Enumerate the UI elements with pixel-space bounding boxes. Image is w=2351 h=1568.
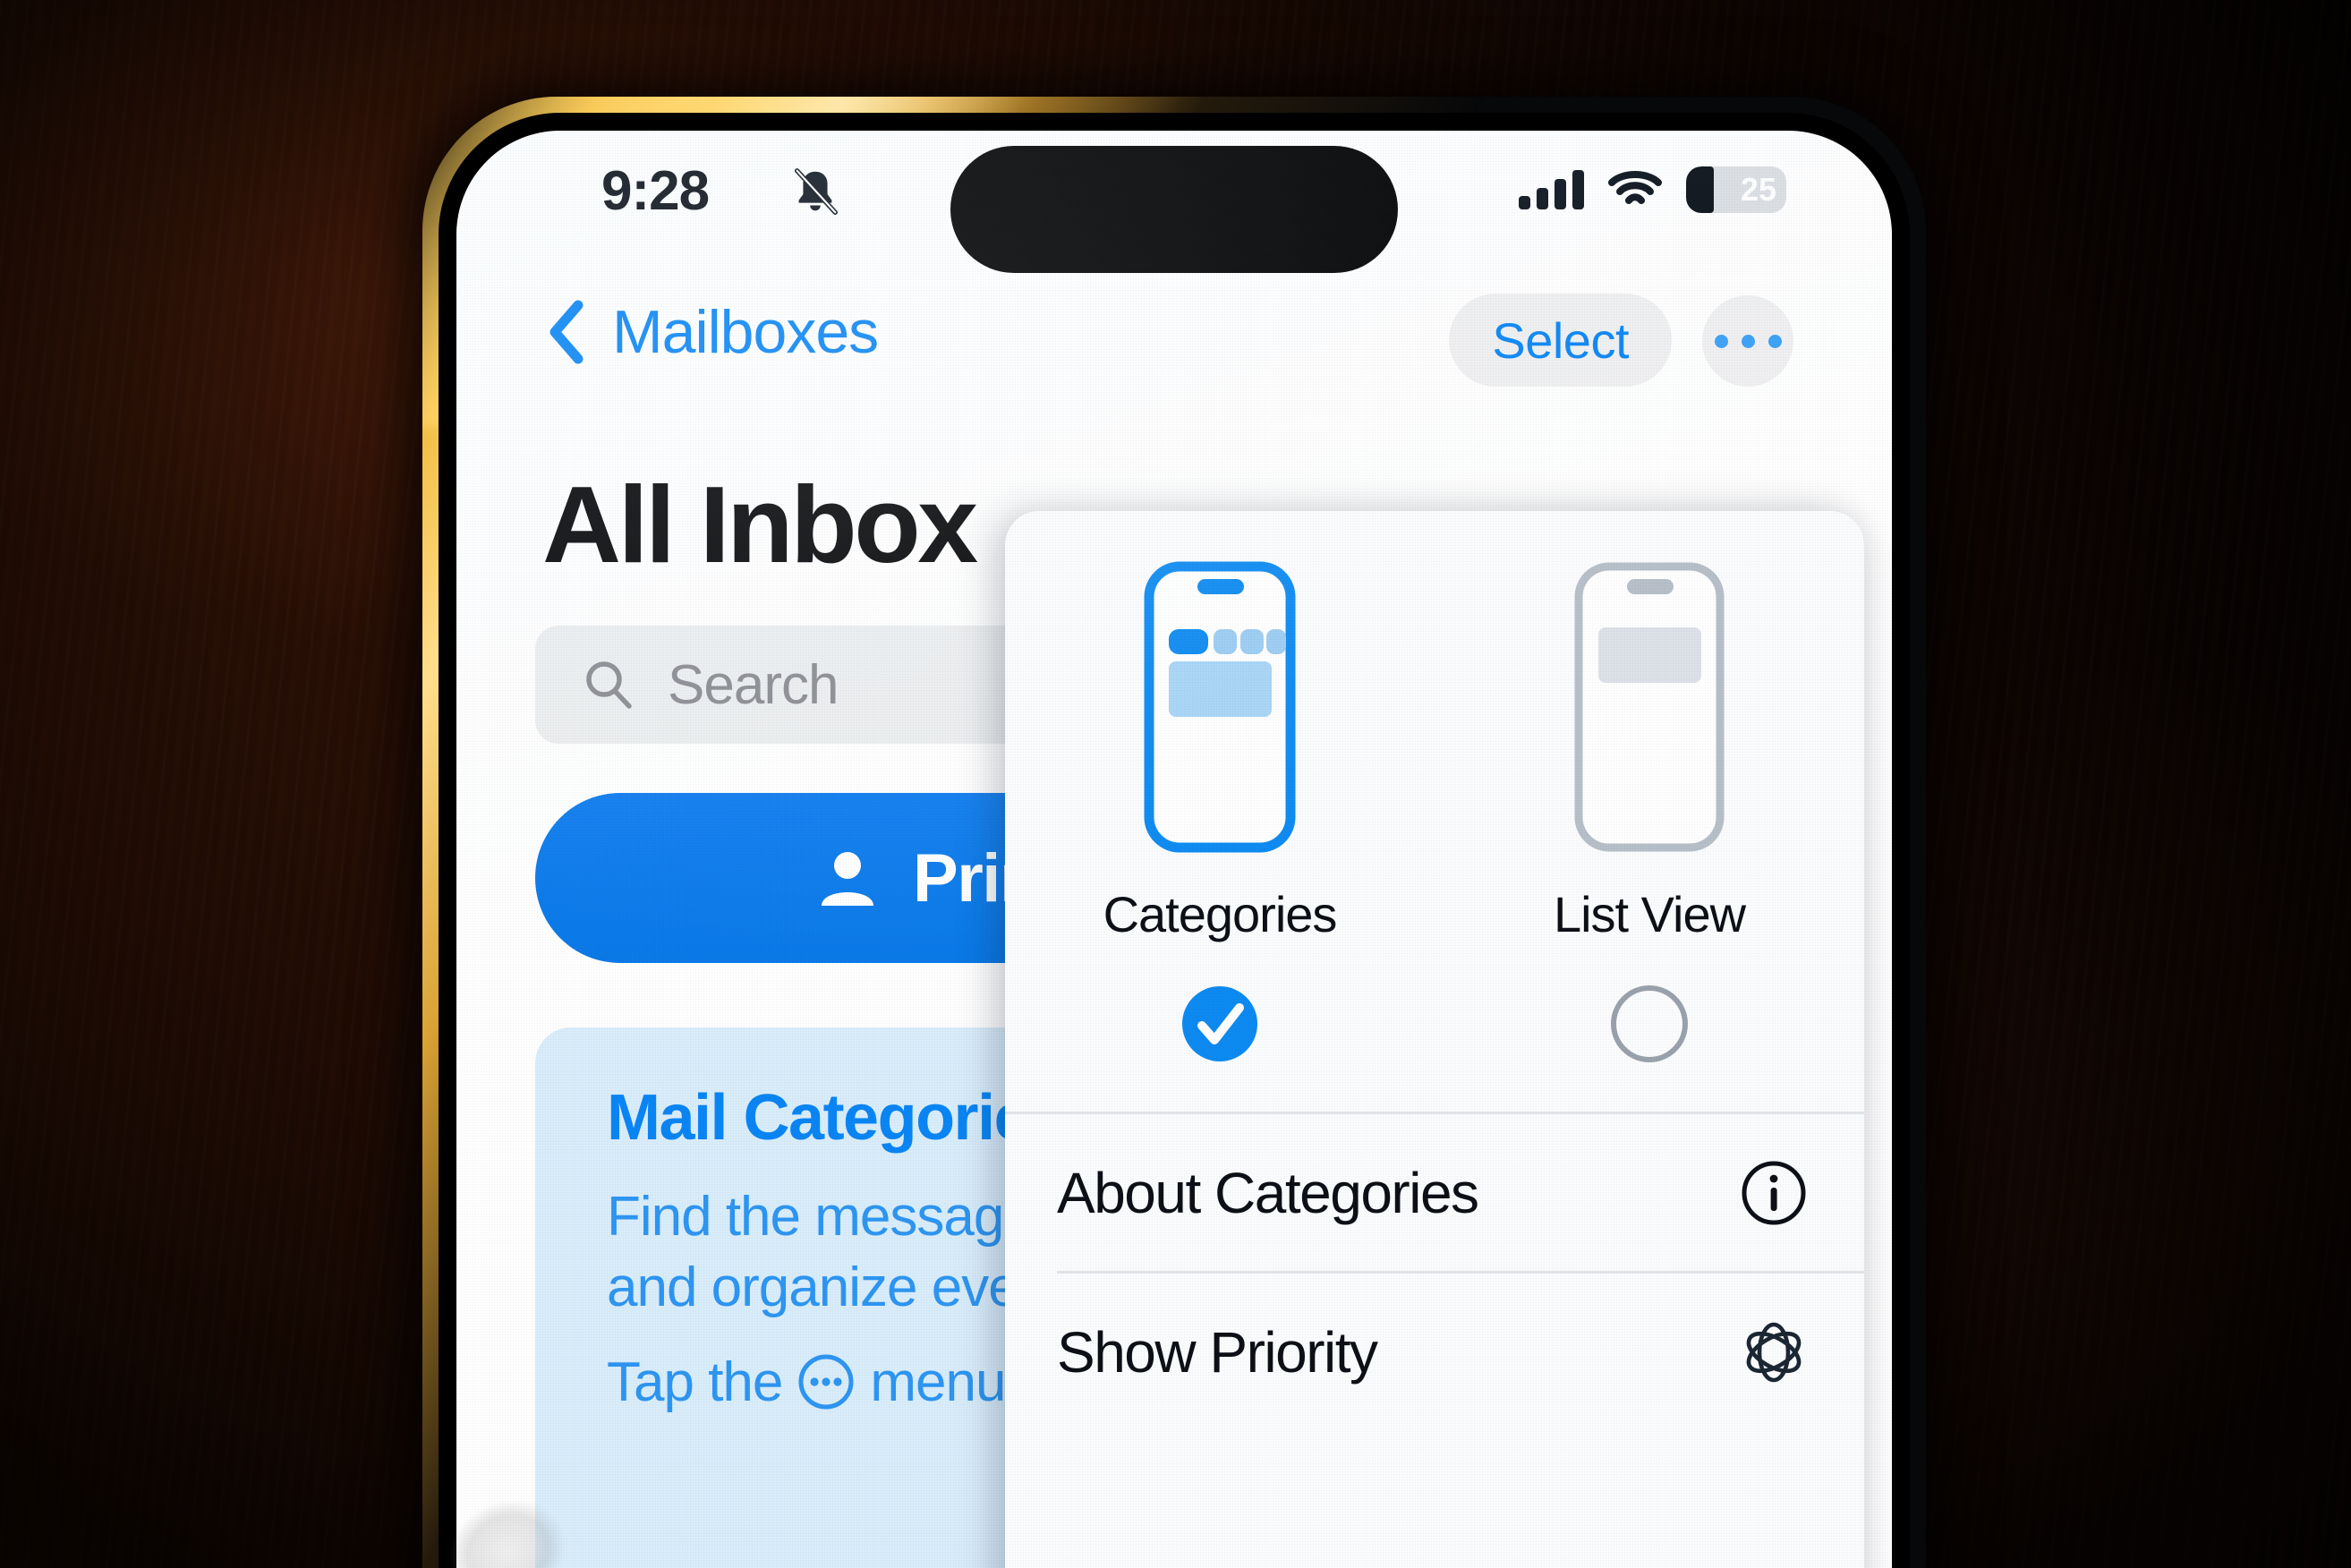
page-title: All Inbox [542, 464, 978, 585]
phone-screen: 9:28 25 Mailboxes Select All Inbox Searc… [456, 131, 1892, 1568]
menu-item-label: Show Priority [1057, 1319, 1378, 1385]
dynamic-island [950, 146, 1398, 273]
status-bar-indicators: 25 [1519, 166, 1786, 213]
more-options-button[interactable] [1702, 295, 1793, 387]
view-option-list-view[interactable]: List View [1435, 559, 1864, 1065]
view-option-label: Categories [1103, 886, 1338, 942]
ellipsis-dot [1768, 334, 1782, 348]
battery-level-text: 25 [1740, 171, 1776, 208]
phone-device: 9:28 25 Mailboxes Select All Inbox Searc… [422, 97, 1926, 1568]
menu-item-show-priority[interactable]: Show Priority [1005, 1274, 1864, 1430]
view-options-context-menu: Categories List View About Categories Sh… [1005, 511, 1864, 1568]
info-circle-icon [1742, 1161, 1806, 1224]
ellipsis-dot [1741, 334, 1755, 348]
circle-outline-icon[interactable] [1608, 983, 1691, 1065]
person-icon [822, 852, 873, 906]
tap-hint-prefix: Tap the [607, 1351, 783, 1413]
tap-hint-suffix: menu [870, 1351, 1006, 1413]
search-placeholder-text: Search [668, 653, 839, 716]
view-option-label: List View [1553, 886, 1746, 942]
magnifier-icon [586, 661, 632, 709]
back-button-label: Mailboxes [612, 298, 879, 366]
chevron-left-icon [549, 300, 583, 364]
apple-intelligence-icon [1746, 1322, 1802, 1382]
battery-fill [1686, 166, 1715, 213]
checkmark-circle-filled-icon[interactable] [1179, 983, 1261, 1065]
phone-categories-illustration [1144, 561, 1296, 853]
circled-ellipsis-icon [798, 1354, 854, 1410]
menu-item-label: About Categories [1057, 1160, 1479, 1225]
select-button[interactable]: Select [1449, 294, 1672, 387]
signal-bars-icon [1519, 170, 1584, 209]
ellipsis-dot [1714, 334, 1728, 348]
menu-item-about-categories[interactable]: About Categories [1005, 1114, 1864, 1271]
view-option-categories[interactable]: Categories [1005, 559, 1435, 1065]
phone-list-view-illustration [1574, 562, 1725, 852]
bell-slash-icon [794, 168, 838, 215]
wifi-icon [1608, 171, 1662, 204]
select-button-label: Select [1492, 311, 1629, 369]
view-option-group: Categories List View [1005, 511, 1864, 1065]
status-bar-clock: 9:28 [601, 160, 710, 222]
back-to-mailboxes-button[interactable]: Mailboxes [546, 297, 879, 367]
navigation-bar: Mailboxes Select [456, 283, 1892, 417]
battery-indicator: 25 [1686, 166, 1786, 213]
